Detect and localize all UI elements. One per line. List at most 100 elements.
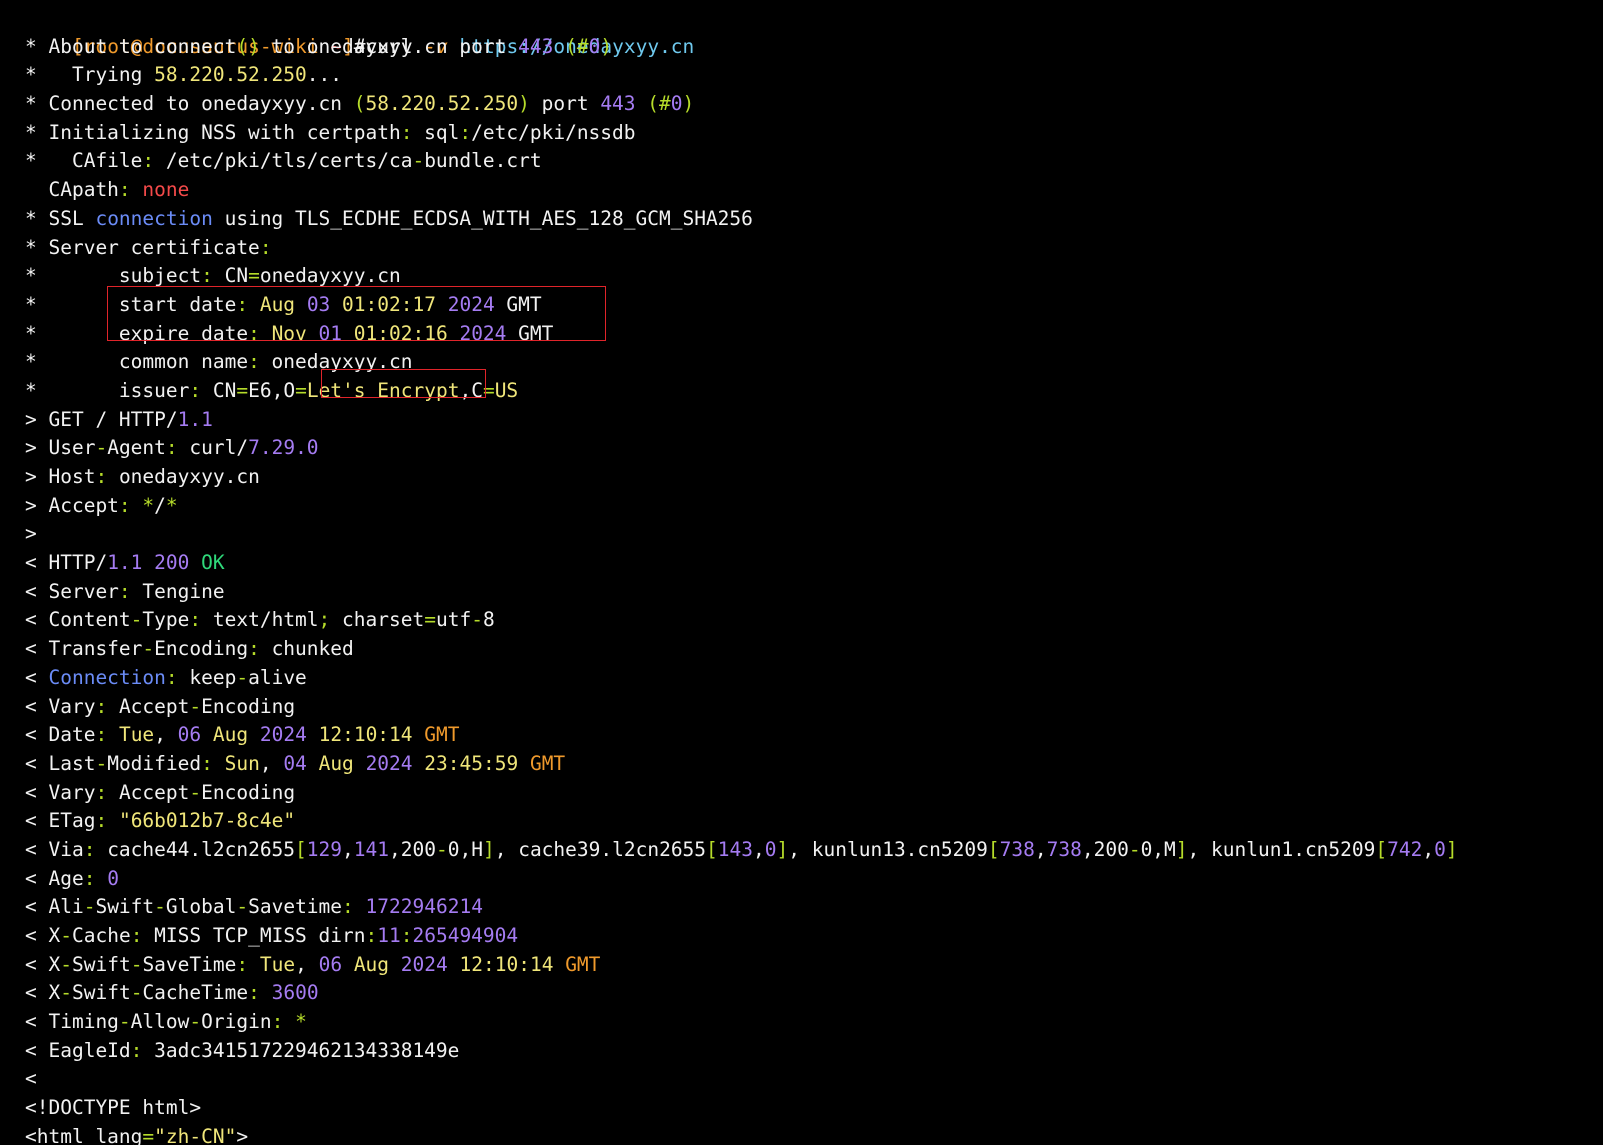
output-segment: / [154,493,166,517]
output-segment: = [236,378,249,402]
output-segment: Aug [353,952,390,976]
output-segment: = [295,378,307,402]
output-segment: 12:10:14 [318,723,413,747]
output-segment: 443 [600,92,636,116]
output-segment: = [424,608,436,632]
output-line: > GET / HTTP/1.1 [25,406,1603,435]
output-segment: : [365,924,378,947]
output-segment: GMT [424,723,460,747]
output-segment [342,322,354,345]
output-segment: - [435,837,448,861]
output-segment: - [60,924,72,947]
output-segment [354,895,366,918]
output-segment: * [295,1010,307,1034]
output-segment: Modified [107,751,202,775]
output-line: * Connected to onedayxyy.cn (58.220.52.2… [25,90,1603,119]
output-segment: = [248,264,260,288]
output-segment: curl/ [177,436,249,460]
output-line: <!DOCTYPE html> [25,1094,1603,1123]
output-segment: , kunlun1.cn5209 [1187,837,1376,861]
output-segment: 58.220.52.250 [154,63,307,87]
output-segment: Allow [130,1010,190,1034]
output-segment: MISS TCP_MISS dirn [142,924,366,947]
output-segment: ) [600,34,613,58]
output-segment: Swift [95,895,155,919]
output-segment: : [248,321,260,345]
output-line: < X-Swift-SaveTime: Tue, 06 Aug 2024 12:… [25,951,1603,980]
output-segment: , cache39.l2cn2655 [494,837,707,861]
output-segment: - [142,637,155,661]
output-segment: : [165,665,178,689]
output-segment: 11 [377,924,401,947]
output-segment: 7.29.0 [248,436,319,460]
output-segment: "zh-CN" [154,1124,237,1145]
output-segment: Swift [71,981,131,1005]
output-segment: 1.1 [177,407,213,431]
output-segment: 0 [670,92,683,116]
output-segment: /etc/pki/tls/certs/ca [154,149,413,173]
output-segment: * subject [25,264,202,288]
output-segment [260,322,272,345]
output-segment: * issuer [25,378,190,402]
output-segment: Aug [259,292,296,316]
output-segment: GMT [565,952,601,976]
output-line: < HTTP/1.1 200 OK [25,549,1603,578]
output-line: * CAfile: /etc/pki/tls/certs/ca-bundle.c… [25,147,1603,176]
output-segment: 738 [1046,837,1082,861]
terminal-window[interactable]: [root@docusaurus-wiki ~]#curl -v https:/… [0,0,1603,1145]
output-segment: bundle.crt [424,149,542,173]
output-segment: 01 [318,321,343,345]
output-line: < Connection: keep-alive [25,664,1603,693]
output-segment: port [529,92,601,116]
output-segment: < Vary [25,780,96,804]
output-segment: - [412,149,425,173]
output-segment: : [165,436,178,460]
output-segment: keep [177,665,237,689]
output-segment: - [60,952,72,976]
output-segment: 04 [283,751,307,775]
output-segment: none [142,178,190,202]
output-segment: (# [647,92,671,116]
output-segment: 1722946214 [365,895,483,919]
output-segment: GMT [529,751,566,775]
output-segment: : [342,895,354,919]
output-segment: (# [565,34,589,58]
output-line: * start date: Aug 03 01:02:17 2024 GMT [25,291,1603,320]
output-segment: 06 [318,952,343,976]
output-segment: 8 [482,608,495,632]
output-segment: 2024 [447,292,495,316]
output-segment: 129 [306,837,343,861]
output-segment: : [83,866,96,890]
output-segment: 141 [353,837,390,861]
output-segment: () [236,34,260,58]
output-segment: , kunlun13.cn5209 [788,837,988,861]
output-segment: - [471,608,483,632]
output-line: <html lang="zh-CN"> [25,1123,1603,1145]
output-segment: < HTTP/ [25,551,108,575]
output-segment: SaveTime [142,952,237,976]
output-segment: text/html [201,608,319,632]
output-segment: OK [201,551,225,575]
output-segment: 143 [717,837,754,861]
output-segment: : [130,1038,143,1062]
output-line: < Via: cache44.l2cn2655[129,141,200-0,H]… [25,836,1603,865]
output-segment: GMT [506,321,554,345]
output-line: CApath: none [25,176,1603,205]
output-segment: 2024 [400,952,448,976]
output-segment: : [248,981,260,1005]
output-segment: - [154,895,166,919]
output-line: * Trying 58.220.52.250... [25,61,1603,90]
output-segment: * Initializing NSS with certpath [25,120,401,144]
output-segment: < Ali [25,895,84,919]
output-segment: ... [306,63,342,87]
output-segment: ) [682,92,695,116]
output-segment: : [201,751,213,775]
output-segment: 0 [588,34,601,58]
output-segment [283,1010,295,1033]
output-segment: < X [25,952,61,976]
output-segment: : [201,264,213,288]
output-segment [448,322,460,345]
output-segment: 443 [518,34,554,58]
output-segment: cache44.l2cn2655 [95,837,296,861]
output-segment: Tengine [130,579,225,603]
